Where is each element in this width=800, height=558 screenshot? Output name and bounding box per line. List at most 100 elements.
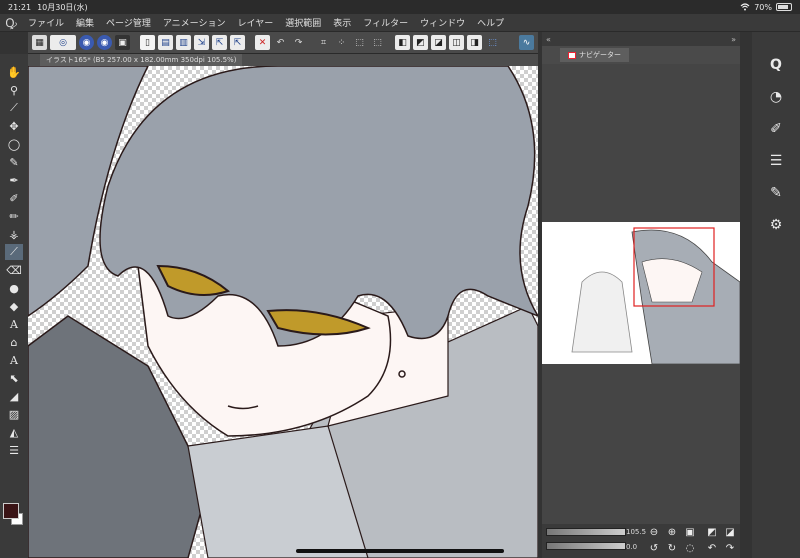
navigator-panel bbox=[542, 64, 740, 524]
export-icon-2[interactable]: ⇱ bbox=[230, 35, 245, 50]
gradient-icon[interactable]: ◢ bbox=[5, 388, 23, 404]
zoom-slider[interactable] bbox=[546, 528, 626, 536]
home-indicator bbox=[296, 549, 504, 553]
zoom-icon[interactable]: ⚲ bbox=[5, 82, 23, 98]
hand-icon[interactable]: ✋ bbox=[5, 64, 23, 80]
canvas-tab-bar: イラスト165* (B5 257.00 x 182.00mm 350dpi 10… bbox=[28, 54, 538, 66]
undo-icon[interactable]: ↶ bbox=[273, 35, 288, 50]
reset-rotation-icon[interactable]: ◌ bbox=[684, 542, 696, 554]
rotation-slider[interactable] bbox=[546, 542, 626, 550]
layer-icon[interactable]: ☰ bbox=[765, 150, 787, 172]
left-header-strip bbox=[0, 32, 28, 54]
settings-icon[interactable]: ⚙ bbox=[765, 214, 787, 236]
navigator-footer: 105.5 0.0 ⊖ ⊕ ▣ ◩ ◪ ↺ ↻ ◌ ↶ ↷ bbox=[542, 524, 740, 558]
balloon-icon[interactable]: ⌂ bbox=[5, 334, 23, 350]
menu-layer[interactable]: レイヤー bbox=[232, 16, 280, 29]
rotate-cw-icon[interactable]: ↷ bbox=[724, 542, 736, 554]
battery-fill bbox=[778, 5, 788, 9]
sphere-icon-2[interactable]: ◉ bbox=[97, 35, 112, 50]
correct-line-icon[interactable]: ☰ bbox=[5, 442, 23, 458]
grid-icon[interactable]: ⁘ bbox=[334, 35, 349, 50]
eyedropper-icon[interactable]: ⟋ bbox=[5, 100, 23, 116]
invert-icon[interactable]: ◧ bbox=[395, 35, 410, 50]
menu-file[interactable]: ファイル bbox=[22, 16, 70, 29]
menu-selection[interactable]: 選択範囲 bbox=[279, 16, 327, 29]
eraser-icon[interactable]: ⌫ bbox=[5, 262, 23, 278]
rotate-right-icon[interactable]: ↻ bbox=[666, 542, 678, 554]
zoom-out-icon[interactable]: ⊖ bbox=[648, 526, 660, 538]
new-icon[interactable]: ▯ bbox=[140, 35, 155, 50]
menu-page[interactable]: ページ管理 bbox=[100, 16, 157, 29]
clear-icon[interactable]: ✕ bbox=[255, 35, 270, 50]
battery-icon bbox=[776, 3, 792, 11]
sub-tool-icon[interactable]: Q bbox=[765, 54, 787, 76]
decoration-icon[interactable]: ⟋ bbox=[5, 244, 23, 260]
airbrush-icon[interactable]: ⚶ bbox=[5, 226, 23, 242]
fit-icon[interactable]: ▣ bbox=[684, 526, 696, 538]
tool-property-icon[interactable]: ✎ bbox=[765, 182, 787, 204]
menu-window[interactable]: ウィンドウ bbox=[414, 16, 471, 29]
lasso-icon[interactable]: ◯ bbox=[5, 136, 23, 152]
transform-icon[interactable]: ⌗ bbox=[316, 35, 331, 50]
open-icon[interactable]: ▤ bbox=[158, 35, 173, 50]
shrink-icon[interactable]: ◫ bbox=[449, 35, 464, 50]
app-icon[interactable]: ▦ bbox=[32, 35, 47, 50]
menu-animation[interactable]: アニメーション bbox=[157, 16, 232, 29]
save-icon[interactable]: ▣ bbox=[115, 35, 130, 50]
frame-icon[interactable]: ◭ bbox=[5, 424, 23, 440]
rotate-left-icon[interactable]: ↺ bbox=[648, 542, 660, 554]
command-bar: ▦ ◎ ◉ ◉ ▣ ▯ ▤ ▥ ⇲ ⇱ ⇱ ✕ ↶ ↷ ⌗ ⁘ ⬚ ⬚ ◧ ◩ … bbox=[28, 32, 538, 54]
save-icon-2[interactable]: ▥ bbox=[176, 35, 191, 50]
menu-edit[interactable]: 編集 bbox=[70, 16, 100, 29]
brush-size-icon[interactable]: ✐ bbox=[765, 118, 787, 140]
select-icon[interactable]: ✎ bbox=[5, 154, 23, 170]
tool-palette: ✋ ⚲ ⟋ ✥ ◯ ✎ ✒ ✐ ✏ ⚶ ⟋ ⌫ ● ◆ A ⌂ A ⬉ ◢ ▨ … bbox=[0, 54, 28, 558]
export-icon[interactable]: ⇱ bbox=[212, 35, 227, 50]
select-all-icon[interactable]: ⬚ bbox=[352, 35, 367, 50]
zoom-in-icon[interactable]: ⊕ bbox=[666, 526, 678, 538]
navigator-thumbnail[interactable] bbox=[542, 222, 740, 364]
clip-studio-logo-icon[interactable]: Ꝙ bbox=[0, 14, 22, 31]
blend-icon[interactable]: ◆ bbox=[5, 298, 23, 314]
navigator-tab[interactable]: ナビゲーター bbox=[560, 48, 629, 62]
menu-filter[interactable]: フィルター bbox=[357, 16, 414, 29]
curve-icon[interactable]: ∿ bbox=[519, 35, 534, 50]
battery-percent: 70% bbox=[754, 2, 772, 12]
show-selection-icon[interactable]: ⬚ bbox=[485, 35, 500, 50]
brush-icon[interactable]: ✐ bbox=[5, 190, 23, 206]
pencil-icon[interactable]: ✏ bbox=[5, 208, 23, 224]
canvas-tab[interactable]: イラスト165* (B5 257.00 x 182.00mm 350dpi 10… bbox=[40, 54, 243, 66]
navigator-tab-row: ナビゲーター bbox=[542, 46, 740, 64]
collapse-left-icon[interactable]: « bbox=[546, 35, 551, 44]
import-icon[interactable]: ⇲ bbox=[194, 35, 209, 50]
fill-icon[interactable]: ◩ bbox=[413, 35, 428, 50]
expand-icon[interactable]: ◪ bbox=[431, 35, 446, 50]
navigator-preview bbox=[571, 227, 740, 364]
ruler-icon[interactable]: ⬉ bbox=[5, 370, 23, 386]
main-color-swatch[interactable] bbox=[3, 503, 19, 519]
canvas[interactable] bbox=[28, 66, 538, 558]
navigator-icon bbox=[568, 51, 576, 59]
status-right: 70% bbox=[740, 3, 792, 12]
text-icon-2[interactable]: A bbox=[5, 352, 23, 368]
wifi-icon bbox=[740, 3, 750, 11]
spiral-icon[interactable]: ◎ bbox=[50, 35, 76, 50]
figure-icon[interactable]: ▨ bbox=[5, 406, 23, 422]
ruler-icon[interactable]: ◨ bbox=[467, 35, 482, 50]
flip-vertical-icon[interactable]: ◪ bbox=[724, 526, 736, 538]
sphere-icon[interactable]: ◉ bbox=[79, 35, 94, 50]
menu-view[interactable]: 表示 bbox=[327, 16, 357, 29]
color-swatches[interactable] bbox=[3, 503, 25, 525]
text-icon[interactable]: A bbox=[5, 316, 23, 332]
deselect-icon[interactable]: ⬚ bbox=[370, 35, 385, 50]
redo-icon[interactable]: ↷ bbox=[291, 35, 306, 50]
flip-horizontal-icon[interactable]: ◩ bbox=[706, 526, 718, 538]
zoom-value: 105.5 bbox=[626, 528, 647, 536]
move-icon[interactable]: ✥ bbox=[5, 118, 23, 134]
fill-icon[interactable]: ● bbox=[5, 280, 23, 296]
collapse-right-icon[interactable]: » bbox=[731, 35, 736, 44]
menu-help[interactable]: ヘルプ bbox=[471, 16, 510, 29]
color-circle-icon[interactable]: ◔ bbox=[765, 86, 787, 108]
rotate-ccw-icon[interactable]: ↶ bbox=[706, 542, 718, 554]
pen-icon[interactable]: ✒ bbox=[5, 172, 23, 188]
